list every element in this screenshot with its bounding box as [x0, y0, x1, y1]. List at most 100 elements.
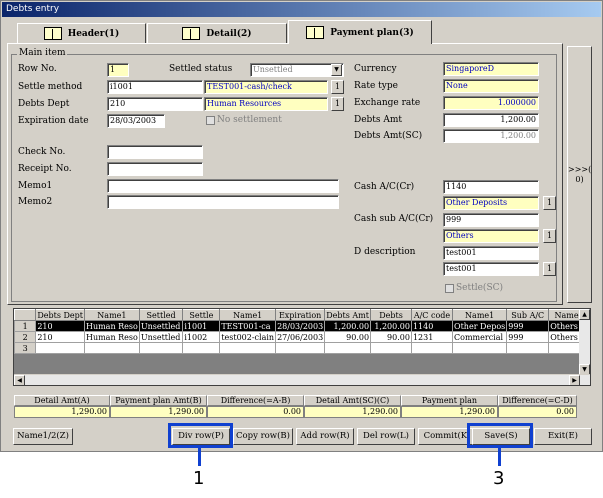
rate-type-field[interactable]: None — [443, 79, 539, 93]
grid-cell[interactable]: i1002 — [182, 331, 221, 343]
grid-cell[interactable] — [410, 342, 454, 354]
grid-cell[interactable] — [370, 342, 412, 354]
cash-ac-field[interactable]: 1140 — [443, 180, 539, 194]
grid-cell[interactable] — [83, 342, 140, 354]
grid-header-cell[interactable]: Sub A/C — [506, 309, 550, 321]
grid-cell[interactable]: Other Depos — [452, 320, 508, 332]
grid-vertical-scrollbar[interactable]: ▲ ▼ — [579, 309, 590, 375]
row-number-cell[interactable]: 2 — [14, 331, 37, 343]
settle-method-lookup-button[interactable]: 1 — [331, 80, 344, 94]
grid-cell[interactable]: 1140 — [410, 320, 454, 332]
chevron-down-icon[interactable]: ▼ — [331, 64, 342, 76]
grid-cell[interactable]: TEST001-ca — [219, 320, 277, 332]
expiration-field[interactable]: 28/03/2003 — [107, 114, 165, 128]
tab-header[interactable]: Header(1) — [17, 23, 146, 43]
name12-button[interactable]: Name1/2(Z) — [13, 428, 73, 445]
row-number-cell[interactable]: 3 — [14, 342, 37, 354]
scroll-up-icon[interactable]: ▲ — [579, 309, 590, 320]
grid-header-cell[interactable]: A/C code — [410, 309, 454, 321]
grid-header-cell[interactable]: Settled — [138, 309, 184, 321]
settled-status-select[interactable]: Unsettled — [250, 63, 344, 77]
settle-sc-checkbox[interactable] — [445, 284, 454, 293]
debts-dept-lookup-button[interactable]: 1 — [331, 97, 344, 111]
grid-cell[interactable] — [452, 342, 508, 354]
grid-header-cell[interactable]: Settle — [182, 309, 221, 321]
grid-cell[interactable]: 28/03/2003 — [275, 320, 326, 332]
row-number-cell[interactable]: 1 — [14, 320, 37, 332]
cash-ac-lookup-button[interactable]: 1 — [543, 196, 556, 210]
exchange-rate-field[interactable]: 1.000000 — [443, 96, 539, 110]
grid-cell[interactable] — [506, 342, 550, 354]
scroll-left-icon[interactable]: ◀ — [14, 375, 25, 385]
currency-field[interactable]: SingaporeD — [443, 62, 539, 76]
memo2-field[interactable] — [107, 195, 339, 209]
grid-header-cell[interactable]: Debts Dept — [35, 309, 85, 321]
table-row[interactable]: 2 210 Human Reso Unsettled i1002 test002-clai… — [14, 331, 590, 343]
grid-cell[interactable]: 1,200.00 — [370, 320, 412, 332]
d-description-field-1[interactable]: test001 — [443, 246, 539, 260]
exit-button[interactable]: Exit(E) — [534, 428, 592, 445]
memo1-field[interactable] — [107, 179, 339, 193]
debts-dept-field[interactable]: 210 — [107, 97, 203, 111]
row-no-field[interactable]: 1 — [107, 63, 129, 77]
cash-sub-lookup-button[interactable]: 1 — [543, 229, 556, 243]
grid-cell[interactable]: 90.00 — [370, 331, 412, 343]
grid-cell[interactable] — [138, 342, 184, 354]
grid-header-cell[interactable]: Debts Amt — [324, 309, 372, 321]
grid-cell[interactable]: 999 — [506, 331, 550, 343]
grid-cell[interactable] — [275, 342, 326, 354]
copy-row-button[interactable]: Copy row(B) — [233, 428, 293, 445]
grid-cell[interactable] — [182, 342, 221, 354]
grid-cell[interactable] — [219, 342, 277, 354]
summary-label-plan-amt: Payment plan Amt(B) — [110, 395, 207, 406]
grid-cell[interactable]: 210 — [35, 320, 85, 332]
summary-label-diff-cd: Difference(=C-D) — [498, 395, 577, 406]
grid-cell[interactable]: 1231 — [410, 331, 454, 343]
d-description-lookup-button[interactable]: 1 — [543, 262, 556, 276]
expand-side-button[interactable]: >>>( 0) — [567, 46, 592, 303]
no-settlement-label: No settlement — [217, 115, 282, 125]
grid-cell[interactable] — [35, 342, 85, 354]
check-no-field[interactable] — [107, 145, 203, 159]
grid-cell[interactable]: 999 — [506, 320, 550, 332]
grid-horizontal-scrollbar[interactable]: ◀ ▶ — [14, 374, 590, 385]
del-row-button[interactable]: Del row(L) — [357, 428, 415, 445]
detail-grid[interactable]: Debts Dept Name1 Settled Settle Name1 Expirat… — [13, 308, 591, 386]
grid-cell[interactable]: test002-clain — [219, 331, 277, 343]
grid-cell[interactable]: 90.00 — [324, 331, 372, 343]
tab-detail[interactable]: Detail(2) — [147, 23, 287, 43]
no-settlement-checkbox[interactable] — [206, 116, 215, 125]
memo2-label: Memo2 — [18, 197, 53, 207]
grid-header-cell[interactable]: Name1 — [83, 309, 140, 321]
add-row-button[interactable]: Add row(R) — [296, 428, 354, 445]
grid-cell[interactable]: Unsettled — [138, 331, 184, 343]
settle-method-field[interactable]: i1001 — [107, 80, 203, 94]
grid-cell[interactable]: i1001 — [182, 320, 221, 332]
scroll-right-icon[interactable]: ▶ — [569, 375, 580, 385]
grid-header-cell[interactable]: Name1 — [452, 309, 508, 321]
grid-cell[interactable]: Human Reso — [83, 331, 140, 343]
callout-line-3 — [498, 448, 501, 466]
settle-method-name: TEST001-cash/check — [204, 80, 328, 94]
grid-cell[interactable]: 1,200.00 — [324, 320, 372, 332]
d-description-field-2[interactable]: test001 — [443, 262, 539, 276]
document-icon — [306, 26, 325, 39]
summary-diff-ab: 0.00 — [207, 406, 304, 418]
grid-header-cell[interactable]: Name1 — [219, 309, 277, 321]
table-row[interactable]: 1 210 Human Reso Unsettled i1001 TEST001-ca 28… — [14, 320, 590, 332]
grid-cell[interactable]: 210 — [35, 331, 85, 343]
receipt-no-field[interactable] — [107, 162, 203, 176]
grid-cell[interactable]: Unsettled — [138, 320, 184, 332]
grid-header-cell[interactable]: Debts — [370, 309, 412, 321]
table-row[interactable]: 3 — [14, 342, 590, 354]
grid-header-cell[interactable]: Expiration — [275, 309, 326, 321]
grid-cell[interactable]: 27/06/2003 — [275, 331, 326, 343]
cash-sub-field[interactable]: 999 — [443, 213, 539, 227]
grid-cell[interactable]: Human Reso — [83, 320, 140, 332]
grid-cell[interactable] — [324, 342, 372, 354]
tab-payment-plan[interactable]: Payment plan(3) — [288, 20, 432, 44]
grid-cell[interactable]: Commercial — [452, 331, 508, 343]
grid-header-cell[interactable] — [14, 309, 37, 321]
debts-amt-field[interactable]: 1,200.00 — [443, 113, 539, 127]
rate-type-label: Rate type — [354, 81, 398, 91]
